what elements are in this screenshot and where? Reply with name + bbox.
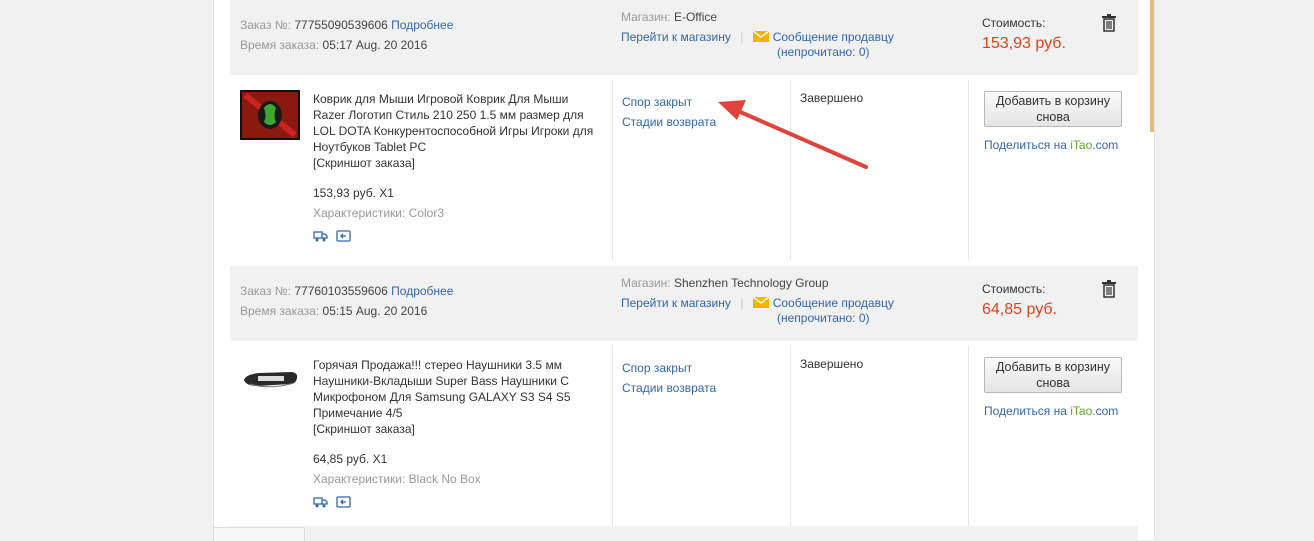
annotation-arrow-icon [718,100,868,169]
